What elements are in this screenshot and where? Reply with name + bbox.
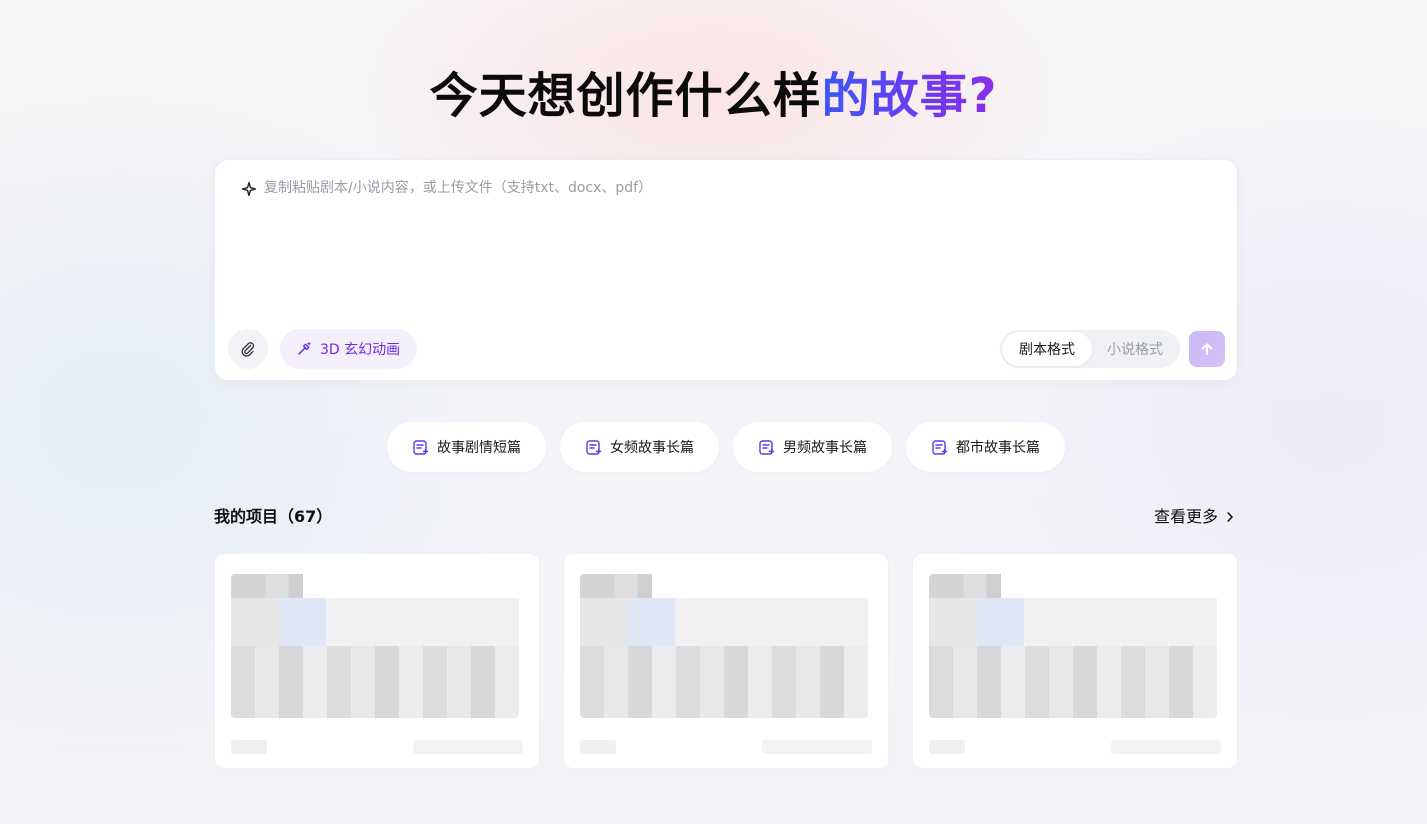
see-more-label: 查看更多 <box>1154 507 1219 526</box>
style-select-button[interactable]: 3D 玄幻动画 <box>280 329 418 369</box>
doc-edit-icon <box>759 439 775 455</box>
project-thumbnail <box>231 574 519 718</box>
chip-story-short[interactable]: 故事剧情短篇 <box>387 422 546 472</box>
project-date-blurred <box>762 740 872 754</box>
format-option-script[interactable]: 剧本格式 <box>1002 332 1092 366</box>
doc-edit-icon <box>413 439 429 455</box>
chip-label: 男频故事长篇 <box>783 440 867 456</box>
sparkle-icon <box>241 181 257 197</box>
style-select-label: 3D 玄幻动画 <box>320 342 401 358</box>
headline-plain: 今天想创作什么样 <box>429 68 822 124</box>
project-meta-blurred <box>929 740 965 754</box>
project-card[interactable] <box>214 553 540 769</box>
story-input-placeholder[interactable]: 复制粘贴剧本/小说内容，或上传文件（支持txt、docx、pdf） <box>264 177 652 199</box>
chip-male-long[interactable]: 男频故事长篇 <box>733 422 892 472</box>
chevron-right-icon <box>1227 512 1233 522</box>
doc-edit-icon <box>586 439 602 455</box>
projects-title: 我的项目（67） <box>214 507 333 526</box>
template-chips: 故事剧情短篇 女频故事长篇 男频故事长篇 都市故事长篇 <box>387 422 1065 472</box>
doc-edit-icon <box>932 439 948 455</box>
project-meta-blurred <box>231 740 267 754</box>
attach-file-button[interactable] <box>228 329 268 369</box>
project-card[interactable] <box>912 553 1238 769</box>
chip-female-long[interactable]: 女频故事长篇 <box>560 422 719 472</box>
magic-wand-icon <box>298 341 311 355</box>
format-toggle[interactable]: 剧本格式 小说格式 <box>1000 330 1180 368</box>
chip-urban-long[interactable]: 都市故事长篇 <box>906 422 1065 472</box>
chip-label: 都市故事长篇 <box>956 440 1040 456</box>
headline-highlight: 的故事? <box>821 68 998 124</box>
project-thumbnail <box>580 574 868 718</box>
arrow-up-icon <box>1201 343 1213 355</box>
send-button[interactable] <box>1189 331 1225 367</box>
chip-label: 女频故事长篇 <box>610 440 694 456</box>
project-date-blurred <box>1111 740 1221 754</box>
page-headline: 今天想创作什么样的故事? <box>0 66 1427 126</box>
project-meta-blurred <box>580 740 616 754</box>
see-more-link[interactable]: 查看更多 <box>1154 506 1236 528</box>
story-input-panel[interactable]: 复制粘贴剧本/小说内容，或上传文件（支持txt、docx、pdf） 3D 玄幻动… <box>214 159 1238 381</box>
project-card[interactable] <box>563 553 889 769</box>
format-option-novel[interactable]: 小说格式 <box>1092 332 1178 366</box>
paperclip-icon <box>241 342 255 357</box>
project-thumbnail <box>929 574 1217 718</box>
chip-label: 故事剧情短篇 <box>437 440 521 456</box>
project-date-blurred <box>413 740 523 754</box>
